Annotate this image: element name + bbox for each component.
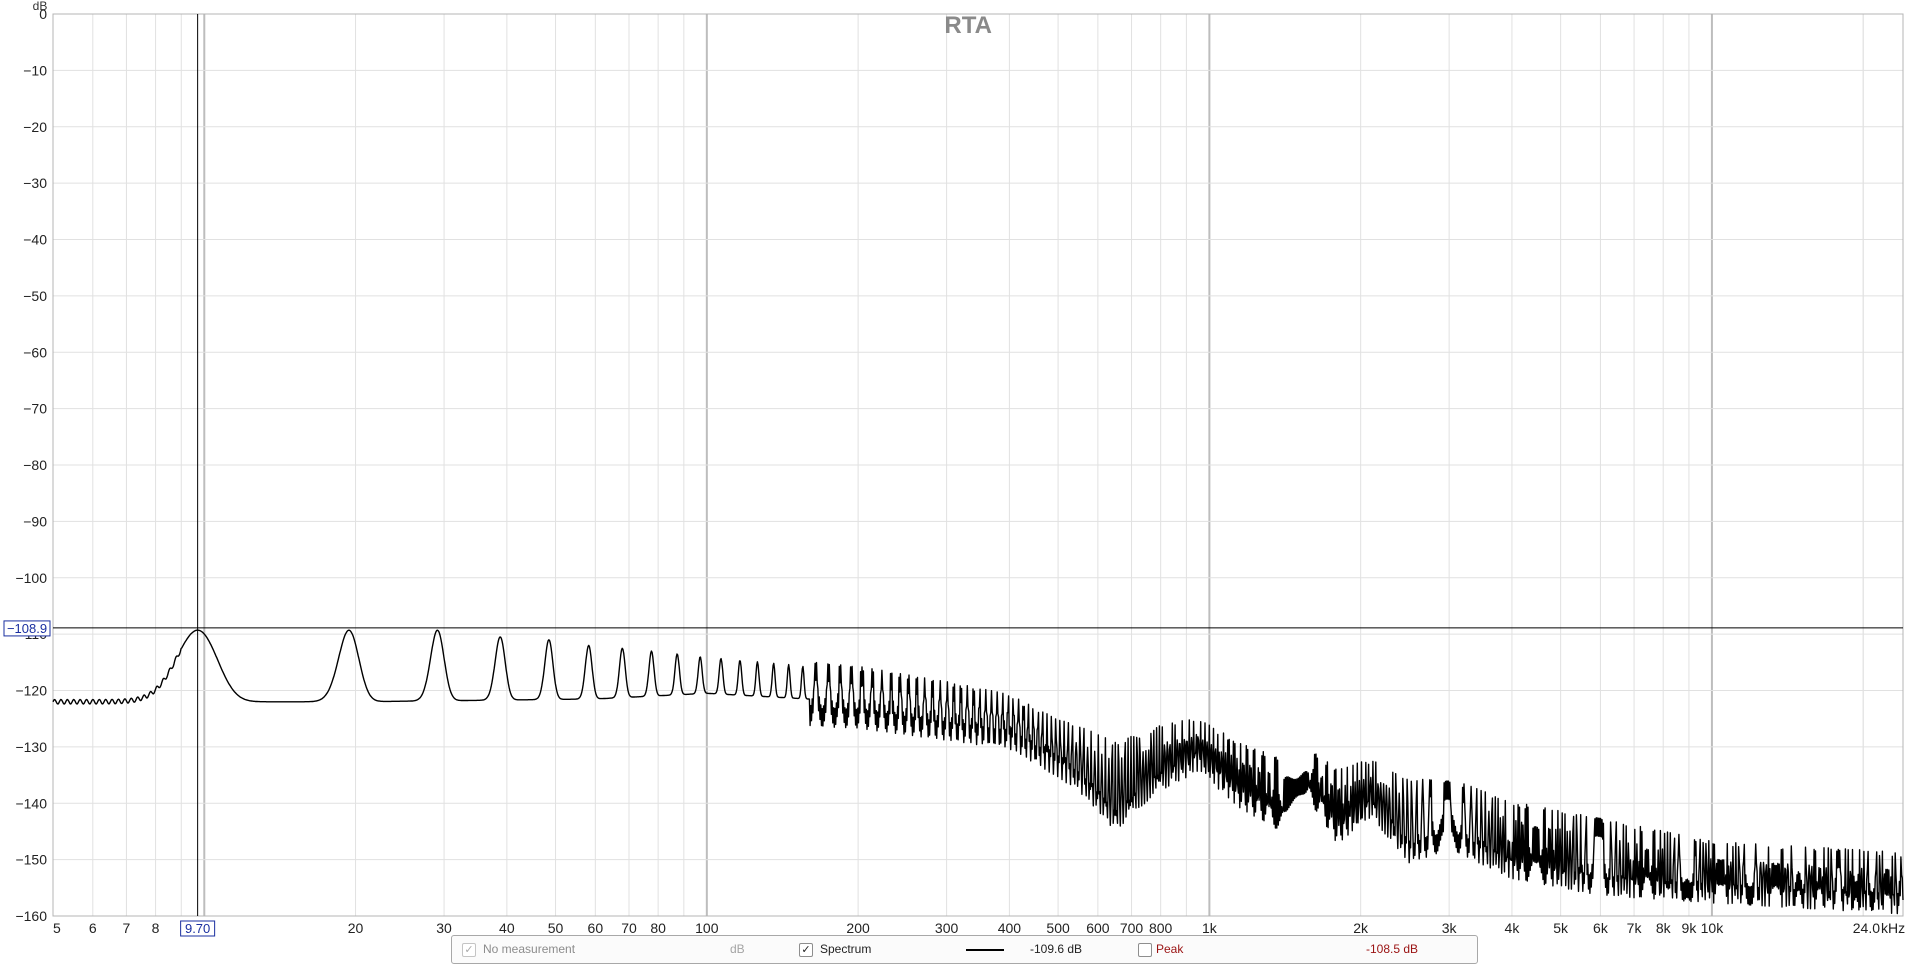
y-tick-label: −160 — [15, 908, 47, 924]
y-axis-ticks: 0−10−20−30−40−50−60−70−80−90−100−110−120… — [15, 6, 47, 924]
x-tick-label: 30 — [436, 920, 452, 936]
x-tick-label: 700 — [1120, 920, 1144, 936]
chart-title: RTA — [944, 12, 992, 39]
x-tick-label: 40 — [499, 920, 515, 936]
y-tick-label: −150 — [15, 852, 47, 868]
x-tick-label: 400 — [998, 920, 1022, 936]
x-tick-label: 7k — [1627, 920, 1643, 936]
x-axis-unit: kHz — [1881, 920, 1905, 936]
x-tick-label: 60 — [588, 920, 604, 936]
x-tick-label: 3k — [1442, 920, 1458, 936]
y-tick-label: −130 — [15, 739, 47, 755]
x-tick-label: 500 — [1046, 920, 1070, 936]
x-tick-label: 50 — [548, 920, 564, 936]
spectrum-value: -109.6 dB — [1030, 942, 1083, 956]
measurement-value: dB — [730, 942, 745, 956]
x-tick-label: 24.0 — [1853, 920, 1880, 936]
x-tick-label: 1k — [1202, 920, 1218, 936]
x-tick-label: 80 — [650, 920, 666, 936]
spectrum-line-swatch — [966, 949, 1004, 951]
x-tick-label: 70 — [621, 920, 637, 936]
y-tick-label: −30 — [23, 175, 47, 191]
y-tick-label: −50 — [23, 288, 47, 304]
y-tick-label: −80 — [23, 457, 47, 473]
y-tick-label: 0 — [39, 6, 47, 22]
measurement-label: No measurement — [483, 942, 576, 956]
x-tick-label: 5k — [1553, 920, 1569, 936]
x-tick-label: 20 — [348, 920, 364, 936]
x-tick-label: 6 — [89, 920, 97, 936]
spectrum-label: Spectrum — [820, 942, 872, 956]
x-tick-label: 10k — [1701, 920, 1725, 936]
peak-value: -108.5 dB — [1366, 942, 1419, 956]
peak-checkbox[interactable] — [1138, 943, 1152, 957]
grid-lines — [52, 13, 1903, 917]
y-tick-label: −140 — [15, 795, 47, 811]
x-tick-label: 6k — [1593, 920, 1609, 936]
x-tick-label: 100 — [695, 920, 719, 936]
x-tick-label: 9k — [1682, 920, 1698, 936]
x-tick-label: 200 — [846, 920, 870, 936]
y-tick-label: −100 — [15, 570, 47, 586]
spectrum-series-line — [52, 629, 1904, 915]
y-tick-label: −70 — [23, 401, 47, 417]
rta-chart[interactable]: RTA dB 0 −10 −20 −30 −40 −50 −60 −70 −80 −90 −100 −… — [0, 0, 1920, 963]
spectrum-checkbox[interactable]: ✓ — [799, 943, 813, 957]
x-tick-label: 600 — [1086, 920, 1110, 936]
x-tick-label: 8 — [152, 920, 160, 936]
x-tick-label: 800 — [1149, 920, 1173, 936]
x-tick-label: 2k — [1353, 920, 1369, 936]
x-axis-ticks: 5 6 7 8 20 30 40 50 60 70 80 100 200 300 400 500 600 700 8… — [53, 920, 1880, 936]
y-tick-label: −40 — [23, 232, 47, 248]
legend-bar: ✓ No measurement dB ✓ Spectrum -109.6 dB… — [451, 935, 1478, 964]
x-tick-label: 4k — [1505, 920, 1521, 936]
x-tick-label: 300 — [935, 920, 959, 936]
cursor-y-readout: −108.9 — [7, 621, 47, 636]
x-tick-label: 8k — [1656, 920, 1672, 936]
y-tick-label: −120 — [15, 683, 47, 699]
measurement-checkbox[interactable]: ✓ — [462, 943, 476, 957]
x-tick-label: 7 — [123, 920, 131, 936]
y-tick-label: −60 — [23, 344, 47, 360]
peak-label: Peak — [1156, 942, 1184, 956]
y-tick-label: −20 — [23, 119, 47, 135]
y-tick-label: −10 — [23, 62, 47, 78]
y-tick-label: −90 — [23, 513, 47, 529]
x-tick-label: 5 — [53, 920, 61, 936]
cursor-x-readout: 9.70 — [185, 921, 210, 936]
